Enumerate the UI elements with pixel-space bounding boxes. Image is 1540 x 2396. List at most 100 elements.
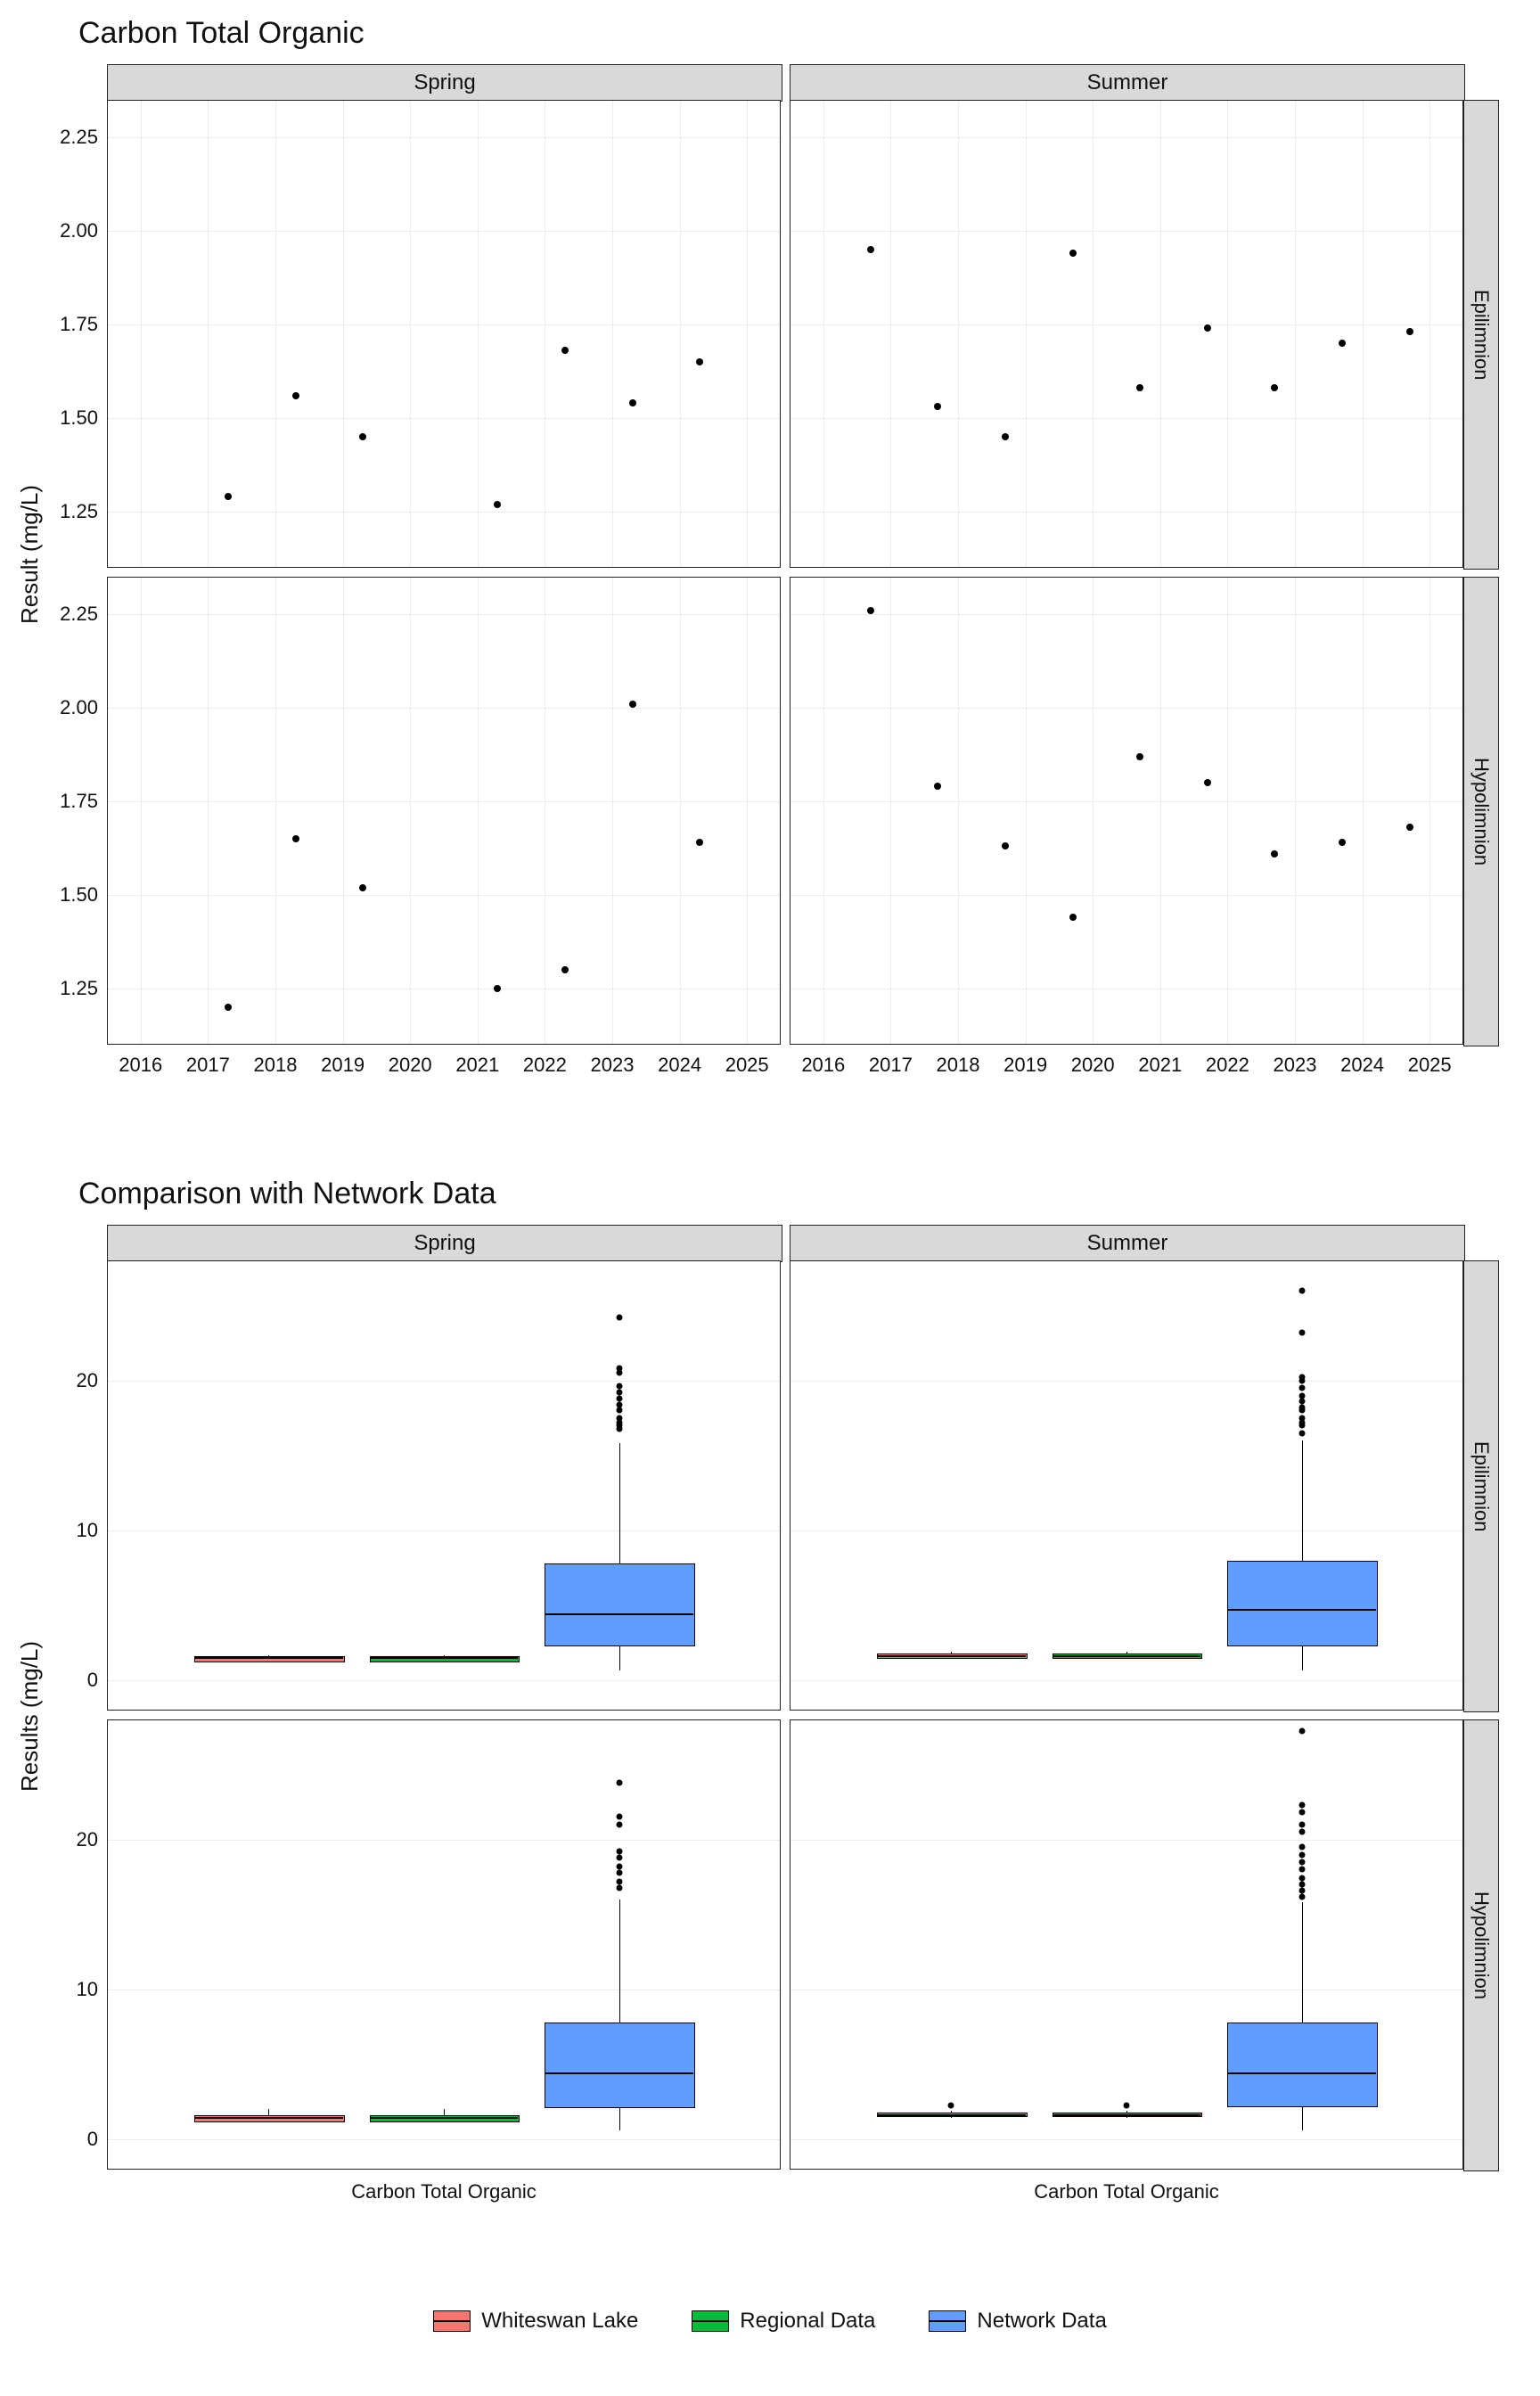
data-point xyxy=(1406,824,1413,831)
legend-label: Network Data xyxy=(977,2309,1106,2334)
chart2-ylabel: Results (mg/L) xyxy=(16,1641,44,1792)
outlier-point xyxy=(1298,1867,1305,1873)
data-point xyxy=(1136,384,1143,391)
data-point xyxy=(1339,340,1346,347)
chart1-ytick: 1.25 xyxy=(45,500,98,523)
outlier-point xyxy=(1298,1287,1305,1293)
chart1-ytick: 2.25 xyxy=(45,126,98,149)
chart2-ytick: 20 xyxy=(53,1369,98,1392)
chart1-panel-summer-epilimnion xyxy=(790,100,1463,568)
box-network-data xyxy=(1227,2023,1377,2107)
data-point xyxy=(292,835,299,842)
outlier-point xyxy=(1298,1809,1305,1816)
data-point xyxy=(1204,779,1211,786)
outlier-point xyxy=(616,1863,622,1869)
data-point xyxy=(934,783,941,790)
data-point xyxy=(1271,850,1278,857)
legend-label: Regional Data xyxy=(740,2309,875,2334)
outlier-point xyxy=(616,1878,622,1884)
chart1-ytick: 1.75 xyxy=(45,790,98,813)
outlier-point xyxy=(1298,1859,1305,1865)
chart1-row-strip-epilimnion: Epilimnion xyxy=(1463,100,1499,570)
outlier-point xyxy=(616,1314,622,1320)
chart1-ytick: 1.50 xyxy=(45,406,98,430)
chart1-xtick: 2024 xyxy=(1340,1054,1384,1077)
data-point xyxy=(1339,839,1346,846)
data-point xyxy=(867,607,874,614)
chart2-row-strip-epilimnion: Epilimnion xyxy=(1463,1260,1499,1712)
data-point xyxy=(629,399,636,406)
data-point xyxy=(494,501,501,508)
data-point xyxy=(292,392,299,399)
outlier-point xyxy=(616,1415,622,1421)
chart1-panel-spring-hypolimnion: 1.251.501.752.002.2520162017201820192020… xyxy=(107,577,781,1045)
outlier-point xyxy=(616,1849,622,1855)
data-point xyxy=(1069,250,1077,257)
outlier-point xyxy=(1298,1329,1305,1335)
outlier-point xyxy=(616,1779,622,1785)
outlier-point xyxy=(616,1383,622,1390)
legend-swatch xyxy=(692,2310,729,2332)
outlier-point xyxy=(616,1407,622,1414)
chart2-ytick: 10 xyxy=(53,1519,98,1542)
outlier-point xyxy=(616,1869,622,1875)
chart1-xtick: 2023 xyxy=(591,1054,635,1077)
box-network-data xyxy=(545,1563,694,1646)
outlier-point xyxy=(1298,1374,1305,1381)
outlier-point xyxy=(616,1884,622,1891)
outlier-point xyxy=(616,1401,622,1407)
chart2-panel-summer-hypolimnion: Carbon Total Organic xyxy=(790,1719,1463,2170)
legend-swatch xyxy=(929,2310,966,2332)
chart1-xtick: 2017 xyxy=(869,1054,913,1077)
chart1-col-strip-summer: Summer xyxy=(790,64,1465,102)
chart2-ytick: 0 xyxy=(53,1669,98,1692)
chart1-facet-grid: SpringSummerEpilimnionHypolimnion1.251.5… xyxy=(107,64,1497,1098)
chart1-ytick: 2.00 xyxy=(45,696,98,719)
chart1-xtick: 2020 xyxy=(389,1054,432,1077)
chart1-xtick: 2016 xyxy=(119,1054,162,1077)
outlier-point xyxy=(1298,1887,1305,1893)
data-point xyxy=(867,246,874,253)
chart2-row-strip-hypolimnion: Hypolimnion xyxy=(1463,1719,1499,2171)
outlier-point xyxy=(616,1366,622,1372)
outlier-point xyxy=(1298,1392,1305,1399)
chart1-panel-summer-hypolimnion: 2016201720182019202020212022202320242025 xyxy=(790,577,1463,1045)
outlier-point xyxy=(1298,1385,1305,1391)
chart2-ytick: 10 xyxy=(53,1978,98,2001)
chart1-title: Carbon Total Organic xyxy=(78,16,365,51)
data-point xyxy=(561,966,569,973)
chart1-xtick: 2019 xyxy=(1003,1054,1047,1077)
box-network-data xyxy=(545,2023,694,2108)
chart1-ytick: 2.00 xyxy=(45,219,98,242)
legend-label: Whiteswan Lake xyxy=(481,2309,638,2334)
data-point xyxy=(1002,842,1009,849)
data-point xyxy=(359,884,366,891)
chart1-xtick: 2022 xyxy=(523,1054,567,1077)
chart1-xtick: 2022 xyxy=(1206,1054,1249,1077)
chart2-panel-summer-epilimnion xyxy=(790,1260,1463,1711)
outlier-point xyxy=(616,1390,622,1396)
outlier-point xyxy=(1298,1875,1305,1882)
chart1-col-strip-spring: Spring xyxy=(107,64,782,102)
data-point xyxy=(1271,384,1278,391)
legend-swatch xyxy=(433,2310,471,2332)
chart1-xtick: 2016 xyxy=(801,1054,845,1077)
outlier-point xyxy=(1298,1851,1305,1858)
data-point xyxy=(225,1004,232,1011)
outlier-point xyxy=(1298,1893,1305,1900)
data-point xyxy=(359,433,366,440)
chart1-xtick: 2025 xyxy=(725,1054,769,1077)
chart2-col-strip-summer: Summer xyxy=(790,1225,1465,1262)
outlier-point xyxy=(1298,1829,1305,1835)
chart1-xtick: 2020 xyxy=(1071,1054,1115,1077)
chart1-ytick: 1.50 xyxy=(45,883,98,907)
outlier-point xyxy=(1298,1399,1305,1405)
outlier-point xyxy=(948,2103,954,2109)
outlier-point xyxy=(1298,1801,1305,1808)
chart1-ytick: 1.75 xyxy=(45,313,98,336)
outlier-point xyxy=(1298,1844,1305,1850)
box-network-data xyxy=(1227,1561,1377,1646)
chart2-panel-spring-epilimnion: 01020 xyxy=(107,1260,781,1711)
chart1-xtick: 2019 xyxy=(321,1054,365,1077)
outlier-point xyxy=(1124,2103,1130,2109)
